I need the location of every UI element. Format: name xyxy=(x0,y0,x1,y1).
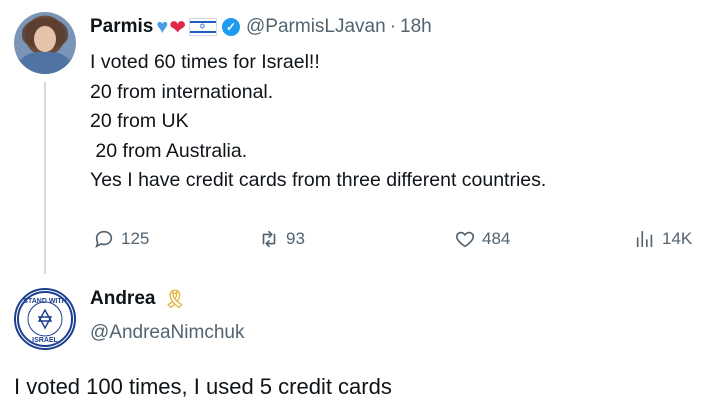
reply-author[interactable]: Andrea 🎗 xyxy=(90,288,186,310)
tweet-line: 20 from international. xyxy=(90,80,274,103)
reply-count: 125 xyxy=(121,229,150,248)
israel-flag-icon: ✡ xyxy=(189,18,218,36)
blue-heart-icon: ♥ xyxy=(156,15,169,38)
reply-author-name[interactable]: Andrea xyxy=(90,288,155,310)
tweet-line: I voted 60 times for Israel!! xyxy=(90,51,320,73)
tweet-line: Yes I have credit cards from three diffe… xyxy=(90,169,547,191)
stand-with-israel-badge-icon: STAND WITH ISRAEL xyxy=(17,291,73,347)
views-button[interactable]: 14K xyxy=(634,222,692,256)
svg-text:STAND WITH: STAND WITH xyxy=(23,298,66,305)
reply-button[interactable]: 125 xyxy=(93,222,149,256)
reply-text: I voted 100 times, I used 5 credit cards xyxy=(14,374,392,399)
reply-handle[interactable]: @AndreaNimchuk xyxy=(90,322,244,344)
author-name[interactable]: Parmis xyxy=(90,16,153,38)
like-count: 484 xyxy=(482,229,511,248)
tweet-line: 20 from UK xyxy=(90,110,189,132)
tweet-line: 20 from Australia. xyxy=(90,139,248,162)
author-handle[interactable]: @ParmisLJavan xyxy=(246,16,386,38)
tweet-header: Parmis ♥ ❤ ✡ ✓ @ParmisLJavan · 18h xyxy=(90,12,432,42)
like-button[interactable]: 484 xyxy=(454,222,510,256)
reply-card[interactable]: STAND WITH ISRAEL Andrea 🎗 @AndreaNimchu… xyxy=(0,278,720,402)
separator: · xyxy=(389,16,397,37)
reply-icon xyxy=(95,230,113,249)
like-icon xyxy=(456,231,474,248)
avatar[interactable]: STAND WITH ISRAEL xyxy=(14,288,76,350)
ribbon-icon: 🎗 xyxy=(163,288,187,309)
retweet-count: 93 xyxy=(286,229,305,248)
retweet-button[interactable]: 93 xyxy=(258,222,305,256)
red-heart-icon: ❤ xyxy=(169,16,187,39)
views-icon xyxy=(636,230,653,248)
retweet-icon xyxy=(262,230,276,248)
views-count: 14K xyxy=(662,229,693,248)
timestamp[interactable]: 18h xyxy=(400,16,432,38)
tweet-actions: 125 93 484 14K xyxy=(0,222,720,256)
svg-text:ISRAEL: ISRAEL xyxy=(32,337,58,344)
avatar[interactable] xyxy=(14,12,76,74)
tweet-text: I voted 60 times for Israel!! 20 from in… xyxy=(90,48,546,196)
verified-badge-icon: ✓ xyxy=(222,18,241,36)
tweet-card[interactable]: Parmis ♥ ❤ ✡ ✓ @ParmisLJavan · 18h I vot… xyxy=(0,0,720,274)
